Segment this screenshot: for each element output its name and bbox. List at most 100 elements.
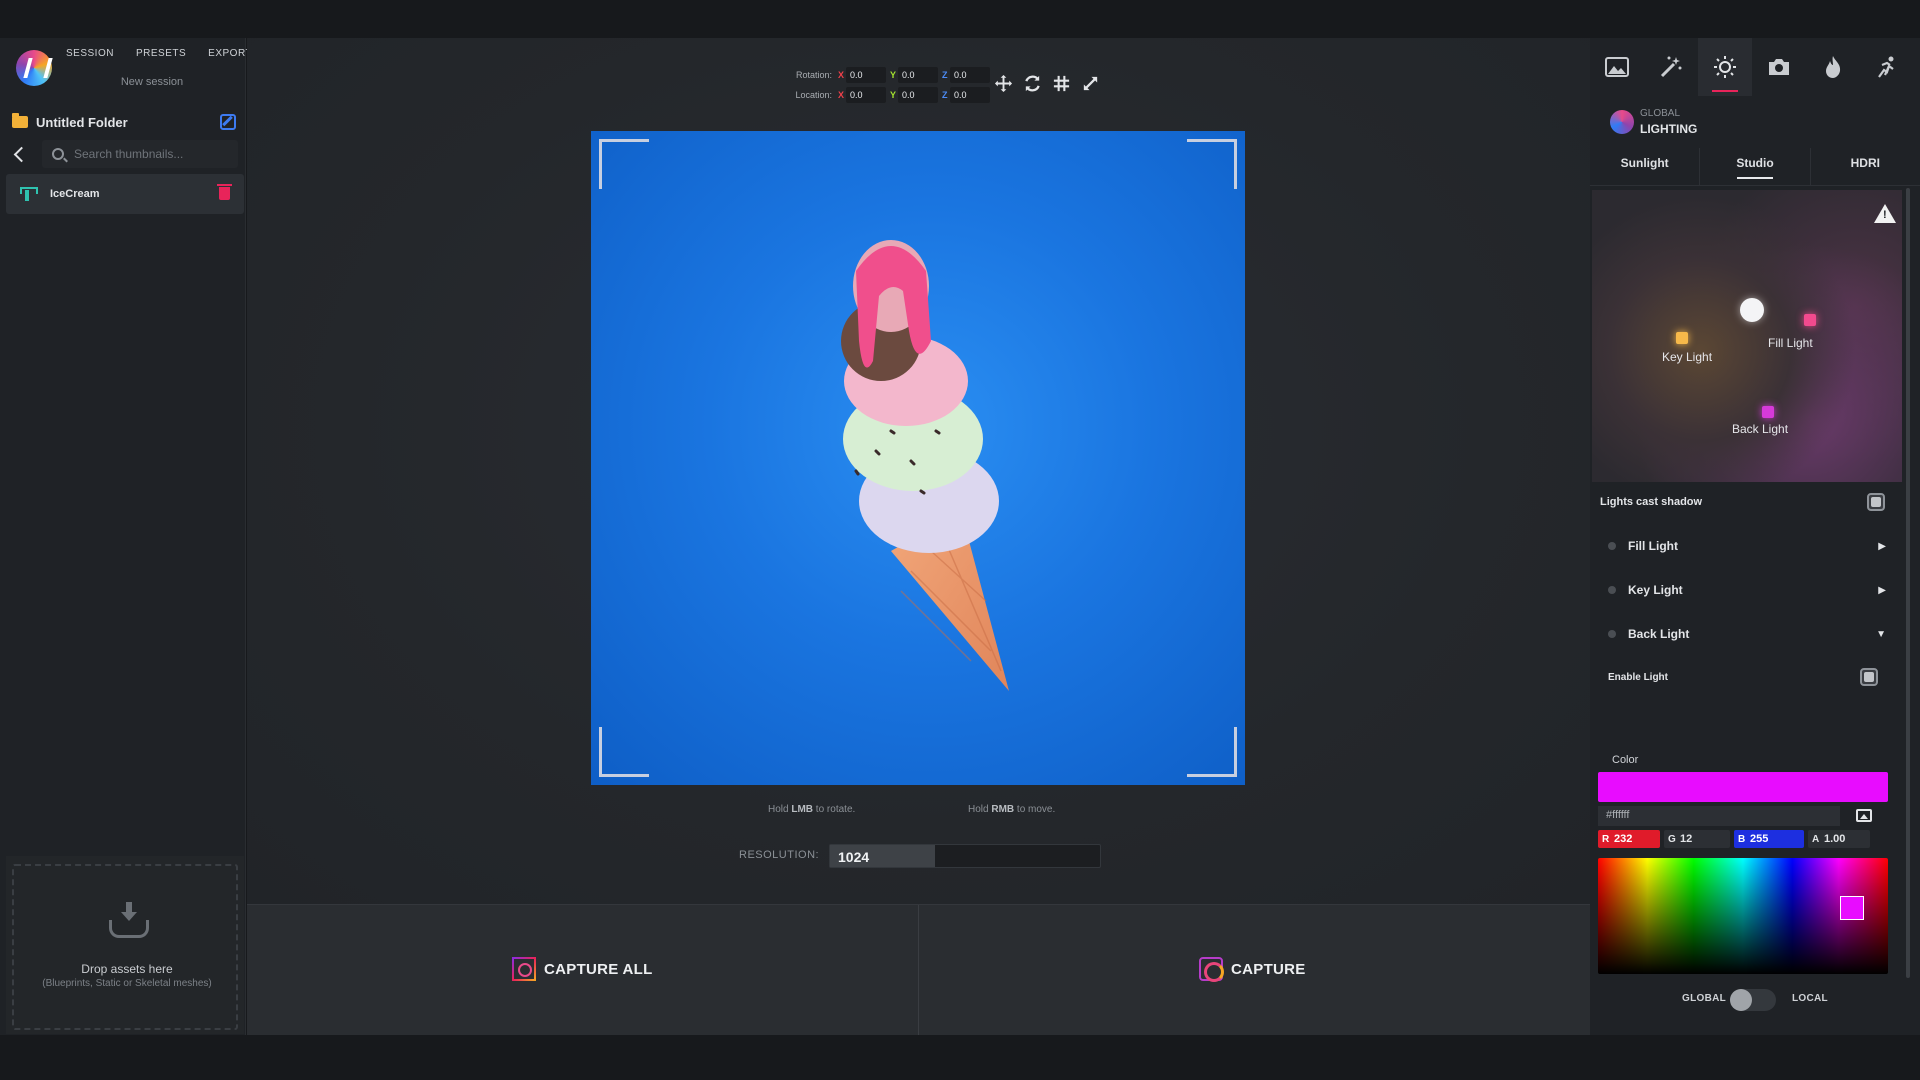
blueprint-icon	[20, 187, 38, 201]
red-channel-field[interactable]: R 232	[1598, 830, 1660, 848]
accordion-back-light[interactable]: Back Light ▼	[1590, 612, 1904, 656]
alpha-channel-field[interactable]: A 1.00	[1808, 830, 1870, 848]
rotation-z-field[interactable]: 0.0	[950, 67, 990, 83]
refresh-icon[interactable]	[1023, 74, 1042, 93]
color-picker-spectrum[interactable]	[1598, 858, 1888, 974]
rotation-y-field[interactable]: 0.0	[898, 67, 938, 83]
folder-row[interactable]: Untitled Folder	[0, 106, 246, 138]
edit-folder-icon[interactable]	[220, 114, 236, 130]
back-icon[interactable]	[8, 142, 32, 166]
warning-icon: !	[1874, 204, 1896, 223]
capture-strip: CAPTURE ALL CAPTURE	[247, 904, 1590, 1036]
asset-item-icecream[interactable]: IceCream	[6, 174, 244, 214]
tab-animation[interactable]	[1860, 38, 1914, 96]
capture-icon	[1199, 957, 1224, 982]
tab-studio[interactable]: Studio	[1700, 148, 1811, 185]
dropzone-subtitle: (Blueprints, Static or Skeletal meshes)	[42, 978, 212, 989]
scrollbar[interactable]	[1906, 188, 1910, 978]
fullscreen-icon[interactable]	[1081, 74, 1100, 93]
search-input[interactable]	[74, 147, 224, 161]
move-hint: Hold RMB to move.	[968, 804, 1055, 815]
light-map[interactable]: ! Key Light Fill Light Back Light	[1592, 190, 1902, 482]
nav-export[interactable]: EXPORT	[208, 48, 252, 59]
axis-y-label: Y	[890, 90, 897, 100]
tab-effects[interactable]	[1644, 38, 1698, 96]
channel-value: 232	[1614, 833, 1633, 845]
frame-corner	[599, 139, 649, 189]
fill-light-handle[interactable]	[1804, 314, 1816, 326]
accordion-label: Fill Light	[1628, 539, 1678, 553]
scope-toggle-row: GLOBAL LOCAL	[1590, 984, 1920, 1014]
channel-value: 255	[1750, 833, 1769, 845]
tab-fire[interactable]	[1806, 38, 1860, 96]
enable-light-label: Enable Light	[1608, 671, 1668, 683]
capture-button[interactable]: CAPTURE	[1199, 957, 1306, 982]
chevron-down-icon: ▼	[1876, 628, 1886, 640]
green-channel-field[interactable]: G 12	[1664, 830, 1730, 848]
back-light-handle[interactable]	[1762, 406, 1774, 418]
hex-row: #ffffff	[1598, 806, 1888, 826]
nav-session[interactable]: SESSION	[66, 48, 114, 59]
hint-key: RMB	[991, 804, 1015, 815]
tab-sunlight[interactable]: Sunlight	[1590, 148, 1701, 185]
camera-icon	[1769, 59, 1789, 75]
key-light-handle[interactable]	[1676, 332, 1688, 344]
section-small-label: GLOBAL	[1640, 108, 1681, 119]
location-row: Location: X 0.0 Y 0.0 Z 0.0	[792, 85, 994, 105]
session-name: New session	[120, 76, 184, 88]
location-z-field[interactable]: 0.0	[950, 87, 990, 103]
image-picker-icon[interactable]	[1856, 809, 1872, 822]
rgba-row: R 232 G 12 B 255 A 1.00	[1598, 830, 1888, 848]
color-swatch[interactable]	[1598, 772, 1888, 802]
frame-corner	[599, 727, 649, 777]
channel-key: A	[1812, 833, 1820, 845]
tab-image[interactable]	[1590, 38, 1644, 96]
hint-text: to rotate.	[813, 804, 856, 815]
dropzone-title: Drop assets here	[81, 962, 173, 976]
dropzone[interactable]: Drop assets here (Blueprints, Static or …	[12, 864, 238, 1030]
status-dot	[1608, 586, 1616, 594]
search-row	[8, 139, 246, 169]
subject-center-handle[interactable]	[1740, 298, 1764, 322]
resolution-value: 1024	[838, 849, 870, 865]
capture-label: CAPTURE	[1231, 960, 1306, 978]
enable-light-checkbox[interactable]	[1860, 668, 1878, 686]
accordion-fill-light[interactable]: Fill Light ▶	[1590, 524, 1904, 568]
delete-icon[interactable]	[217, 184, 232, 200]
app-logo-icon	[16, 50, 52, 86]
nav-presets[interactable]: PRESETS	[136, 48, 186, 59]
enable-light-row: Enable Light	[1590, 662, 1904, 692]
folder-name: Untitled Folder	[36, 114, 128, 130]
color-picker-handle[interactable]	[1840, 896, 1864, 920]
status-dot	[1608, 542, 1616, 550]
chevron-right-icon: ▶	[1878, 584, 1886, 596]
tab-lighting[interactable]	[1698, 38, 1752, 96]
tab-camera[interactable]	[1752, 38, 1806, 96]
hint-key: LMB	[791, 804, 814, 815]
download-tray-icon	[109, 902, 149, 938]
rotation-x-field[interactable]: 0.0	[846, 67, 886, 83]
axis-z-label: Z	[942, 70, 948, 80]
render-viewport[interactable]	[591, 131, 1245, 785]
global-local-switch[interactable]	[1730, 989, 1776, 1011]
lights-cast-shadow-checkbox[interactable]	[1867, 493, 1885, 511]
resolution-slider[interactable]: 1024	[829, 844, 1101, 868]
sun-icon	[1714, 56, 1736, 78]
location-y-field[interactable]: 0.0	[898, 87, 938, 103]
move-icon[interactable]	[994, 74, 1013, 93]
location-x-field[interactable]: 0.0	[846, 87, 886, 103]
grid-icon[interactable]	[1052, 74, 1071, 93]
window-top-bar	[0, 0, 1920, 38]
accordion-key-light[interactable]: Key Light ▶	[1590, 568, 1904, 612]
hex-input[interactable]: #ffffff	[1598, 806, 1840, 826]
frame-corner	[1187, 139, 1237, 189]
axis-x-label: X	[838, 90, 845, 100]
channel-key: G	[1668, 833, 1676, 845]
capture-all-button[interactable]: CAPTURE ALL	[512, 957, 653, 981]
tab-hdri[interactable]: HDRI	[1811, 148, 1920, 185]
transform-panel: Rotation: X 0.0 Y 0.0 Z 0.0 Location: X 0.0 …	[792, 65, 994, 105]
back-light-label: Back Light	[1732, 422, 1789, 436]
right-panel: GLOBAL LIGHTING Sunlight Studio HDRI ! K…	[1590, 38, 1920, 1035]
blue-channel-field[interactable]: B 255	[1734, 830, 1804, 848]
chevron-right-icon: ▶	[1878, 540, 1886, 552]
